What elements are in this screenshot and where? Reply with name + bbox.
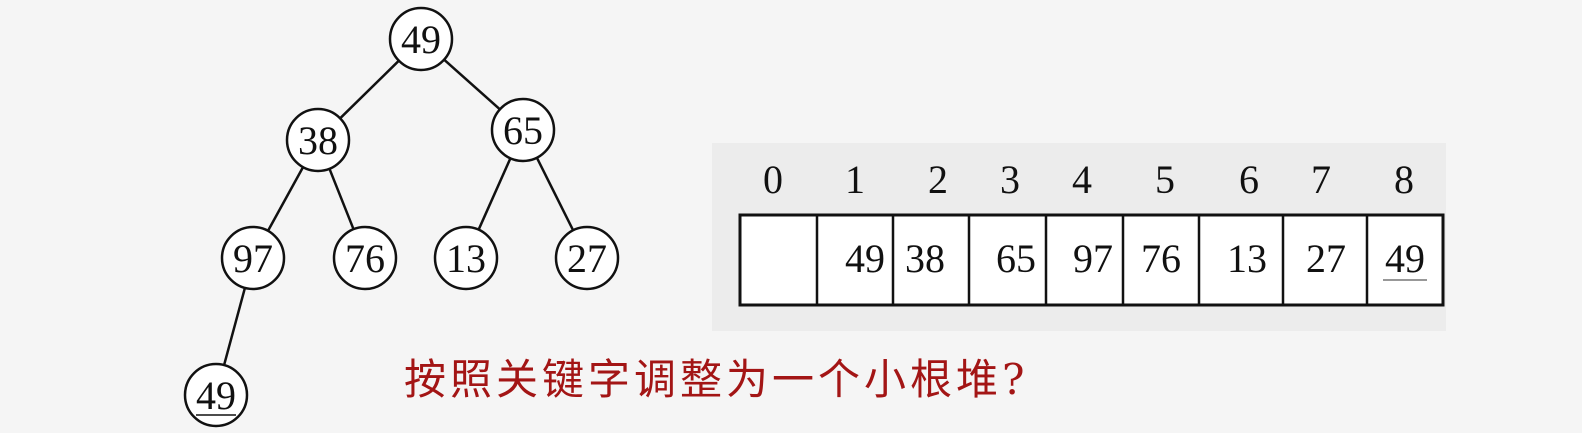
- array-cell-value: 49: [845, 236, 885, 281]
- array-diagram: 0 1 2 3 4 5 6 7 8 49 38 65 97 76 13 27 49: [738, 157, 1445, 307]
- tree-node-label: 13: [446, 236, 486, 281]
- array-index-label: 3: [1000, 157, 1020, 202]
- tree-edge: [266, 166, 305, 232]
- array-index-label: 4: [1072, 157, 1092, 202]
- tree-edge: [339, 59, 400, 120]
- array-index-label: 2: [928, 157, 948, 202]
- array-cell-value: 97: [1073, 236, 1113, 281]
- tree-edge: [328, 168, 355, 230]
- array-panel: 0 1 2 3 4 5 6 7 8 49 38 65 97 76 13 27 49: [712, 143, 1446, 331]
- tree-node: 27: [554, 225, 620, 291]
- array-cell-value: 76: [1141, 236, 1181, 281]
- tree-node: 49: [183, 362, 249, 428]
- tree-node: 76: [332, 225, 398, 291]
- array-cell-value: 65: [996, 236, 1036, 281]
- tree-node-label: 49: [401, 17, 441, 62]
- tree-node: 13: [433, 225, 499, 291]
- tree-edge: [222, 287, 247, 366]
- tree-edge: [477, 157, 512, 231]
- tree-node-label: 49: [196, 373, 236, 418]
- tree-node-label: 97: [233, 236, 273, 281]
- array-index-label: 6: [1239, 157, 1259, 202]
- array-index-label: 0: [763, 157, 783, 202]
- tree-node-label: 38: [298, 118, 338, 163]
- tree-node-label: 27: [567, 236, 607, 281]
- array-cell-value: 13: [1227, 236, 1267, 281]
- tree-node: 38: [285, 107, 351, 173]
- array-cell-value: 27: [1306, 236, 1346, 281]
- tree-node-label: 65: [503, 108, 543, 153]
- tree-node: 97: [220, 225, 286, 291]
- array-index-label: 8: [1394, 157, 1414, 202]
- array-index-label: 5: [1155, 157, 1175, 202]
- question-text: 按照关键字调整为一个小根堆?: [404, 355, 1029, 404]
- tree-node: 49: [388, 6, 454, 72]
- array-index-label: 1: [845, 157, 865, 202]
- tree-edge: [443, 58, 501, 111]
- tree-node-label: 76: [345, 236, 385, 281]
- array-cell-value: 38: [905, 236, 945, 281]
- tree-edge: [535, 157, 575, 231]
- tree-node: 65: [490, 97, 556, 163]
- array-index-label: 7: [1311, 157, 1331, 202]
- array-cell-value: 49: [1385, 236, 1425, 281]
